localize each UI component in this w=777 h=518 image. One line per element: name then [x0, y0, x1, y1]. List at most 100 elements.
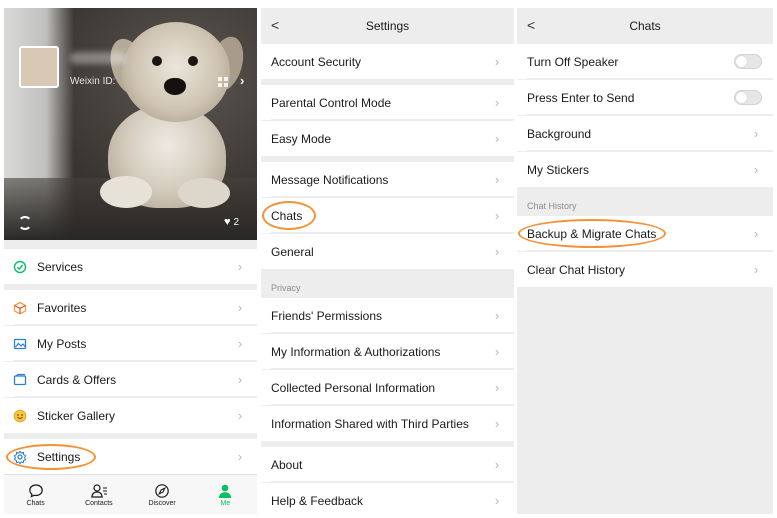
tab-chats[interactable]: Chats — [4, 475, 67, 514]
chevron-right-icon: › — [494, 344, 500, 359]
row-divider — [527, 250, 773, 251]
chevron-right-icon: › — [753, 226, 759, 241]
settings-item-chats[interactable]: Chats › — [261, 198, 514, 233]
me-item-label: Services — [37, 259, 84, 274]
chevron-right-icon: › — [494, 95, 500, 110]
settings-item-easy-mode[interactable]: Easy Mode › — [261, 121, 514, 156]
weixin-id-label: Weixin ID: — [70, 76, 116, 87]
row-divider — [271, 332, 514, 333]
settings-item-label: Message Notifications — [271, 172, 389, 187]
settings-item-general[interactable]: General › — [261, 234, 514, 269]
chats-item-clear-history[interactable]: Clear Chat History › — [517, 252, 773, 287]
chevron-right-icon: › — [494, 54, 500, 69]
settings-item-label: Parental Control Mode — [271, 95, 392, 110]
avatar[interactable] — [19, 46, 59, 88]
me-item-my-posts[interactable]: My Posts › — [4, 326, 257, 361]
dog-head — [122, 22, 230, 122]
contacts-icon — [90, 482, 108, 500]
tab-me[interactable]: Me — [194, 475, 257, 514]
me-item-settings[interactable]: Settings › — [4, 439, 257, 474]
row-divider — [14, 396, 257, 397]
sticker-icon — [12, 408, 28, 424]
row-divider — [527, 78, 773, 79]
status-icon[interactable] — [18, 216, 32, 230]
settings-item-collected-info[interactable]: Collected Personal Information › — [261, 370, 514, 405]
tab-contacts[interactable]: Contacts — [67, 475, 130, 514]
chats-item-label: Press Enter to Send — [527, 90, 635, 105]
back-chevron-icon[interactable]: < — [271, 17, 279, 33]
chats-nav-bar: < Chats — [517, 8, 773, 44]
services-icon — [12, 259, 28, 275]
chevron-right-icon: › — [237, 408, 243, 423]
settings-item-account-security[interactable]: Account Security › — [261, 44, 514, 79]
chats-item-backup-migrate[interactable]: Backup & Migrate Chats › — [517, 216, 773, 251]
likes-count: 2 — [233, 217, 240, 228]
privacy-section-label: Privacy — [271, 283, 301, 293]
chevron-right-icon: › — [494, 208, 500, 223]
chevron-right-icon: › — [237, 300, 243, 315]
settings-nav-bar: < Settings — [261, 8, 514, 44]
person-icon — [217, 482, 233, 500]
settings-item-about[interactable]: About › — [261, 447, 514, 482]
row-divider — [271, 232, 514, 233]
profile-cover-photo[interactable]: Weixin ID: › ♥ 2 — [4, 8, 257, 240]
me-item-sticker-gallery[interactable]: Sticker Gallery › — [4, 398, 257, 433]
settings-item-label: Friends' Permissions — [271, 308, 382, 323]
chevron-right-icon: › — [494, 457, 500, 472]
settings-item-parental-control[interactable]: Parental Control Mode › — [261, 85, 514, 120]
favorites-icon — [12, 300, 28, 316]
chevron-right-icon: › — [753, 262, 759, 277]
chevron-right-icon[interactable]: › — [240, 73, 244, 88]
chat-bubble-icon — [28, 482, 44, 500]
tab-label: Discover — [148, 500, 176, 507]
settings-item-my-information[interactable]: My Information & Authorizations › — [261, 334, 514, 369]
me-item-favorites[interactable]: Favorites › — [4, 290, 257, 325]
dog-eye — [188, 56, 198, 66]
dog-nose — [164, 78, 186, 95]
chats-item-label: Turn Off Speaker — [527, 54, 619, 69]
back-chevron-icon[interactable]: < — [527, 17, 535, 33]
me-item-label: My Posts — [37, 336, 87, 351]
settings-item-message-notifications[interactable]: Message Notifications › — [261, 162, 514, 197]
chevron-right-icon: › — [494, 380, 500, 395]
settings-item-label: Chats — [271, 208, 303, 223]
settings-item-label: Help & Feedback — [271, 493, 364, 508]
row-divider — [271, 481, 514, 482]
chats-settings-screen: < Chats Turn Off Speaker Press Enter to … — [517, 8, 773, 514]
dog-paw — [100, 176, 152, 208]
chats-item-background[interactable]: Background › — [517, 116, 773, 151]
settings-item-label: Account Security — [271, 54, 362, 69]
row-divider — [271, 368, 514, 369]
row-divider — [271, 404, 514, 405]
bottom-tab-bar: Chats Contacts Discover Me — [4, 474, 257, 514]
chats-item-label: Backup & Migrate Chats — [527, 226, 657, 241]
chats-item-my-stickers[interactable]: My Stickers › — [517, 152, 773, 187]
page-title: Chats — [629, 19, 661, 33]
press-enter-switch[interactable] — [734, 90, 762, 105]
cards-icon — [12, 372, 28, 388]
chats-item-label: Background — [527, 126, 592, 141]
chevron-right-icon: › — [237, 449, 243, 464]
posts-icon — [12, 336, 28, 352]
likes-counter[interactable]: ♥ 2 — [224, 216, 239, 228]
row-divider — [271, 119, 514, 120]
chats-item-label: My Stickers — [527, 162, 590, 177]
settings-item-help-feedback[interactable]: Help & Feedback › — [261, 483, 514, 514]
me-item-label: Favorites — [37, 300, 87, 315]
settings-item-third-parties[interactable]: Information Shared with Third Parties › — [261, 406, 514, 441]
tab-label: Chats — [26, 500, 45, 507]
chat-history-section-label: Chat History — [527, 201, 577, 211]
me-item-cards-offers[interactable]: Cards & Offers › — [4, 362, 257, 397]
chevron-right-icon: › — [237, 259, 243, 274]
chevron-right-icon: › — [494, 308, 500, 323]
me-screen: Weixin ID: › ♥ 2 Services › Favorites › M… — [4, 8, 257, 514]
dog-eye — [152, 56, 162, 66]
me-item-services[interactable]: Services › — [4, 249, 257, 284]
tab-discover[interactable]: Discover — [131, 475, 194, 514]
chevron-right-icon: › — [753, 162, 759, 177]
qr-code-icon[interactable] — [218, 77, 228, 87]
me-item-label: Cards & Offers — [37, 372, 117, 387]
turn-off-speaker-switch[interactable] — [734, 54, 762, 69]
settings-item-friends-permissions[interactable]: Friends' Permissions › — [261, 298, 514, 333]
settings-screen: < Settings Account Security › Parental C… — [261, 8, 514, 514]
